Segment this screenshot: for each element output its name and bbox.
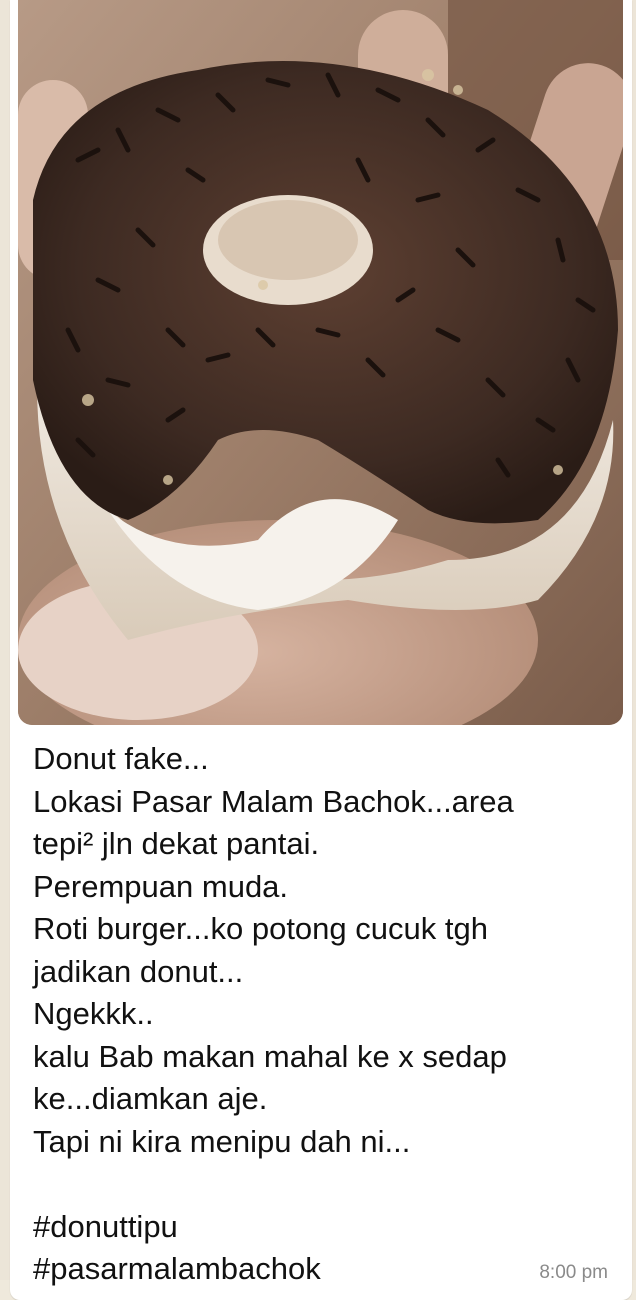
caption-line: tepi² jln dekat pantai. <box>33 826 320 861</box>
caption-line: Lokasi Pasar Malam Bachok...area <box>33 783 514 819</box>
caption-line: Ngekkk.. <box>33 996 154 1031</box>
hashtag-link[interactable]: #donuttipu <box>33 1206 613 1249</box>
donut-photo-image <box>18 0 623 725</box>
hashtag-link[interactable]: #pasarmalambachok <box>33 1248 613 1291</box>
message-caption: Donut fake... Lokasi Pasar Malam Bachok.… <box>33 738 613 1291</box>
caption-line: Perempuan muda. <box>33 868 289 904</box>
caption-line: Roti burger...ko potong cucuk tgh <box>33 911 488 946</box>
caption-line: jadikan donut... <box>33 953 244 989</box>
message-photo[interactable] <box>18 0 623 725</box>
caption-line: Donut fake... <box>33 741 209 776</box>
caption-line: Tapi ni kira menipu dah ni... <box>33 1123 411 1159</box>
message-timestamp: 8:00 pm <box>539 1262 608 1283</box>
caption-line: ke...diamkan aje. <box>33 1081 268 1116</box>
caption-line: kalu Bab makan mahal ke x sedap <box>33 1038 507 1074</box>
